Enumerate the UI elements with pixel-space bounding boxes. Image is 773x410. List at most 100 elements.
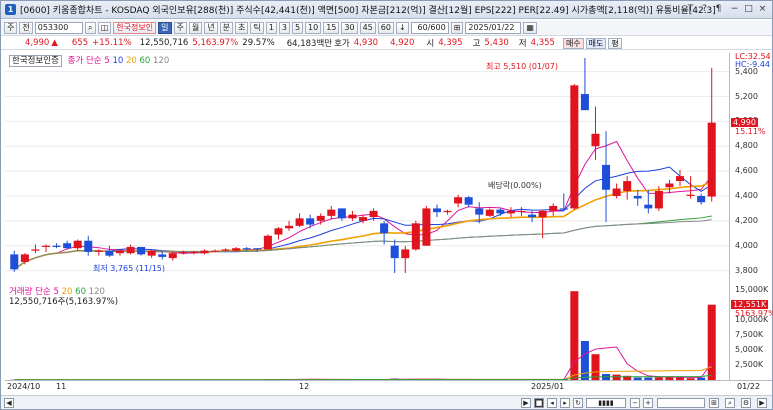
- settings-icon[interactable]: ¶: [713, 4, 724, 15]
- bid-price: 4,920: [390, 38, 415, 48]
- candle-body: [179, 251, 188, 254]
- search-icon[interactable]: ⌕: [84, 21, 96, 34]
- window-title: [0600] 키움종합차트 - KOSDAQ 외국인보유[288(천)] 주식수…: [20, 6, 716, 16]
- volume-pct-tag: 5163.97%: [735, 308, 773, 318]
- interval-15[interactable]: 15: [323, 21, 340, 34]
- date-input[interactable]: 2025/01/22: [465, 21, 522, 34]
- price-axis-label: 4,400: [735, 190, 758, 200]
- interval-45[interactable]: 45: [359, 21, 376, 34]
- candle-body: [517, 210, 526, 212]
- high-label: 고: [472, 39, 481, 49]
- ma-label: 종가 단순: [67, 56, 102, 66]
- refresh-icon[interactable]: ↻: [573, 398, 583, 408]
- minimize-icon[interactable]: −: [729, 4, 740, 15]
- candle-body: [126, 246, 135, 254]
- stop-button[interactable]: ■: [534, 398, 544, 408]
- pin-icon[interactable]: T: [685, 4, 696, 15]
- candle-body: [454, 197, 463, 204]
- low-label: 저: [518, 39, 527, 49]
- settings-small-icon[interactable]: ⚙: [741, 398, 751, 408]
- zoom-in-icon[interactable]: +: [643, 398, 653, 408]
- hc-label: HC:-9.44: [735, 60, 770, 69]
- down-arrow-icon[interactable]: ↓: [395, 21, 409, 34]
- zoom-out-icon[interactable]: −: [630, 398, 640, 408]
- candle-body: [306, 218, 315, 225]
- sell-button[interactable]: 매도: [585, 37, 607, 49]
- x-label-11: 11: [56, 382, 67, 391]
- maximize-icon[interactable]: □: [743, 4, 754, 15]
- tool-icon[interactable]: ⊞: [709, 398, 719, 408]
- interval-30[interactable]: 30: [341, 21, 358, 34]
- x-axis: 2024/10 11 12 2025/01 01/22: [5, 380, 772, 392]
- candle-body: [63, 243, 72, 249]
- ma-60: 60: [139, 56, 151, 66]
- period-minute[interactable]: 분: [219, 21, 233, 34]
- pct-tag: 15.11%: [735, 126, 766, 136]
- period-year[interactable]: 년: [204, 21, 218, 34]
- calendar-icon[interactable]: ▦: [523, 21, 537, 34]
- period-day[interactable]: 일: [158, 21, 172, 34]
- interval-3[interactable]: 3: [278, 21, 290, 34]
- stock-select-icon[interactable]: ◫: [97, 21, 112, 34]
- candle-body: [390, 245, 399, 259]
- hoga-label: 호가: [334, 39, 350, 49]
- volume-axis-label: 2,500K: [735, 360, 764, 369]
- mode-select[interactable]: 주: [4, 21, 18, 34]
- interval-60[interactable]: 60: [377, 21, 394, 34]
- candle-body: [506, 210, 515, 214]
- candle-body: [242, 248, 251, 250]
- candle-body: [538, 210, 547, 218]
- interval-10[interactable]: 10: [305, 21, 322, 34]
- high-price: 5,430: [484, 38, 509, 48]
- candle-body: [20, 254, 29, 262]
- nav-select[interactable]: 전: [19, 21, 33, 34]
- zoom-slider[interactable]: ▮▮▮▮: [586, 398, 626, 408]
- next-button[interactable]: ▸: [560, 398, 570, 408]
- candle-body: [464, 197, 473, 205]
- help-icon[interactable]: ?: [699, 4, 710, 15]
- buy-button[interactable]: 매수: [562, 37, 584, 49]
- candle-body: [475, 208, 484, 215]
- candle-body: [10, 254, 19, 270]
- period-month[interactable]: 월: [188, 21, 203, 34]
- close-icon[interactable]: ×: [757, 4, 768, 15]
- quote-bar: 4,990 ▲ 655 +15.11% 12,550,716 5,163.97%…: [1, 37, 772, 50]
- candle-body: [612, 188, 621, 196]
- candle-body: [411, 223, 420, 250]
- stock-code-input[interactable]: 053300: [34, 21, 83, 34]
- candle-body: [200, 250, 209, 254]
- interval-1[interactable]: 1: [265, 21, 277, 34]
- high-note: 최고 5,510 (01/07): [486, 62, 559, 71]
- candle-body: [633, 195, 642, 199]
- price-chart[interactable]: [5, 53, 729, 283]
- ask-price: 4,930: [353, 38, 379, 48]
- candle-body: [253, 248, 262, 250]
- interval-5[interactable]: 5: [291, 21, 304, 34]
- ma-line-120: [13, 219, 712, 270]
- open-label: 시: [426, 39, 435, 49]
- candle-body: [232, 248, 241, 251]
- candle-body: [295, 218, 304, 226]
- candle-body: [591, 133, 600, 147]
- scroll-left-button[interactable]: ◀: [4, 398, 14, 408]
- amount: 64,183백만: [286, 39, 333, 49]
- candle-body: [432, 208, 441, 213]
- settings-button[interactable]: ⊞: [450, 21, 464, 34]
- scroll-right-button[interactable]: ▶: [521, 398, 531, 408]
- avg-button[interactable]: 평: [608, 37, 622, 49]
- period-second[interactable]: 초: [235, 21, 249, 34]
- prev-button[interactable]: ◂: [547, 398, 557, 408]
- stock-name: 한국정보인: [113, 21, 157, 34]
- candle-body: [580, 94, 589, 111]
- period-week[interactable]: 주: [173, 21, 187, 34]
- low-note: 최저 3,765 (11/15): [93, 264, 166, 273]
- stock-name-label: 한국정보인증: [9, 55, 62, 67]
- period-tick[interactable]: 틱: [250, 21, 264, 34]
- candle-body: [274, 228, 283, 235]
- price-legend: 한국정보인증 종가 단순 5 10 20 60 120: [9, 54, 170, 67]
- search-zoom-icon[interactable]: ⌕: [725, 398, 735, 408]
- zoom-bar[interactable]: [657, 398, 705, 408]
- count-input[interactable]: 60/600: [410, 21, 449, 34]
- dividend-note: 배당락(0.00%): [488, 181, 542, 190]
- scroll-end-button[interactable]: ▶: [757, 398, 767, 408]
